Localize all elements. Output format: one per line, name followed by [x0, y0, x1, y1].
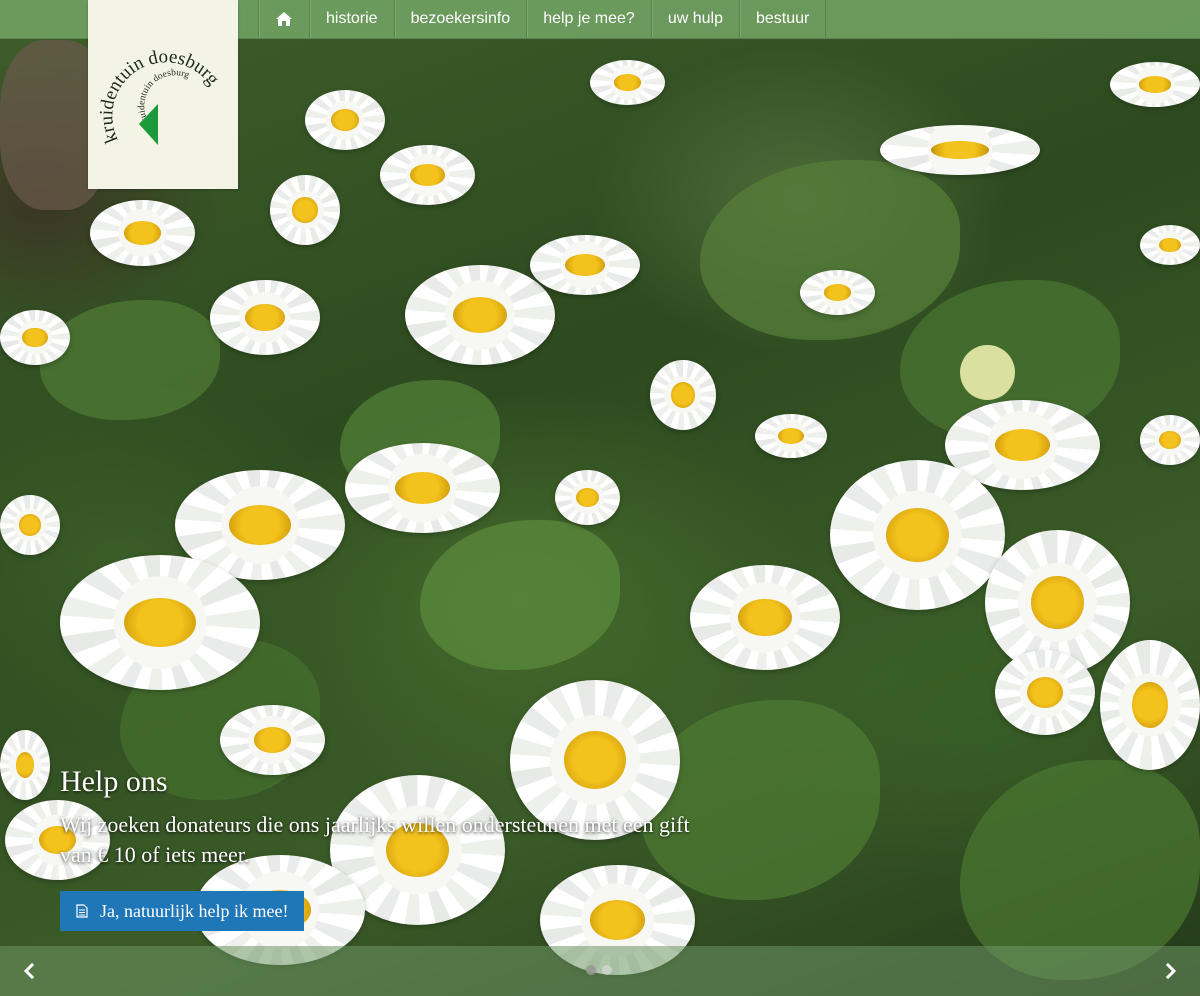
site-logo[interactable]: kruidentuin doesburg kruidentuin doesbur…	[88, 0, 238, 189]
nav-item-home[interactable]	[258, 0, 309, 38]
document-icon	[76, 904, 88, 918]
nav-item-bezoekersinfo[interactable]: bezoekersinfo	[393, 0, 527, 38]
hero-text: Wij zoeken donateurs die ons jaarlijks w…	[60, 812, 690, 867]
nav-menu: historie bezoekersinfo help je mee? uw h…	[258, 0, 827, 38]
nav-item-uw-hulp[interactable]: uw hulp	[650, 0, 739, 38]
chevron-right-icon	[1165, 962, 1177, 980]
logo-triangle-icon	[139, 104, 158, 145]
donate-button[interactable]: Ja, natuurlijk help ik mee!	[60, 891, 305, 931]
slider-prev-button[interactable]	[18, 960, 40, 982]
hero-caption: Help ons Wij zoeken donateurs die ons ja…	[60, 764, 740, 870]
hero-title: Help ons	[60, 765, 168, 798]
nav-item-bestuur[interactable]: bestuur	[738, 0, 827, 38]
home-icon	[276, 12, 292, 26]
slider-indicators	[586, 965, 612, 975]
nav-item-historie[interactable]: historie	[309, 0, 394, 38]
slider-dot-1[interactable]	[586, 965, 596, 975]
chevron-left-icon	[23, 962, 35, 980]
logo-emblem: kruidentuin doesburg kruidentuin doesbur…	[96, 46, 224, 146]
slider-controls	[0, 946, 1200, 996]
nav-item-help-je-mee[interactable]: help je mee?	[526, 0, 651, 38]
logo-outer-text: kruidentuin doesburg	[96, 46, 224, 146]
slider-dot-2[interactable]	[602, 965, 612, 975]
donate-button-label: Ja, natuurlijk help ik mee!	[100, 900, 289, 921]
slider-next-button[interactable]	[1160, 960, 1182, 982]
